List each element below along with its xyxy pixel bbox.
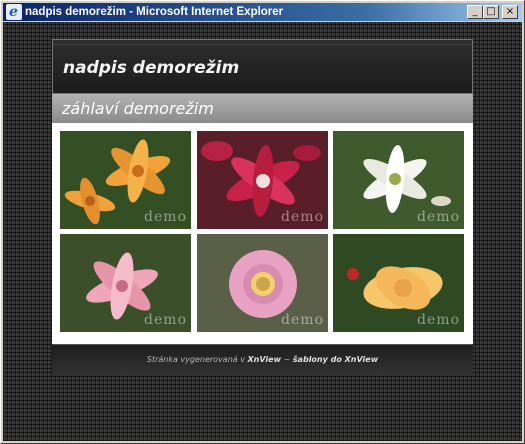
title-bar[interactable]: e nadpis demorežim - Microsoft Internet … xyxy=(3,3,522,21)
footer-prefix: Stránka vygenerovaná v xyxy=(146,355,245,364)
page-subheader: záhlaví demorežim xyxy=(52,94,473,123)
demo-watermark: demo xyxy=(417,312,460,328)
xnview-templates-link[interactable]: šablony do XnView xyxy=(293,355,378,364)
thumbnail-pink-gazania[interactable]: demo xyxy=(197,234,328,332)
browser-window: e nadpis demorežim - Microsoft Internet … xyxy=(0,0,525,444)
window-title: nadpis demorežim - Microsoft Internet Ex… xyxy=(25,6,284,18)
demo-watermark: demo xyxy=(417,209,460,225)
internet-explorer-icon[interactable]: e xyxy=(6,4,22,20)
demo-watermark: demo xyxy=(144,312,187,328)
xnview-link[interactable]: XnView xyxy=(248,355,281,364)
thumbnail-white-lily[interactable]: demo xyxy=(333,131,464,229)
footer-separator: ~ xyxy=(283,355,291,364)
thumbnail-pink-lily[interactable]: demo xyxy=(60,234,191,332)
demo-watermark: demo xyxy=(281,312,324,328)
page-title: nadpis demorežim xyxy=(63,58,240,78)
thumbnail-yellow-gladiolus[interactable]: demo xyxy=(333,234,464,332)
page-container: nadpis demorežim záhlaví demorežim demo … xyxy=(52,39,473,376)
demo-watermark: demo xyxy=(281,209,324,225)
thumbnail-gallery: demo demo demo demo demo demo xyxy=(52,123,473,344)
maximize-button[interactable]: □ xyxy=(483,5,499,19)
footer-text: Stránka vygenerovaná v XnView ~ šablony … xyxy=(52,355,473,364)
demo-watermark: demo xyxy=(144,209,187,225)
minimize-button[interactable]: _ xyxy=(467,5,483,19)
close-button[interactable]: × xyxy=(502,5,518,19)
page-footer: Stránka vygenerovaná v XnView ~ šablony … xyxy=(52,344,473,376)
thumbnail-orange-lily[interactable]: demo xyxy=(60,131,191,229)
thumbnail-red-lily[interactable]: demo xyxy=(197,131,328,229)
subheader-title: záhlaví demorežim xyxy=(62,99,214,118)
page-header: nadpis demorežim xyxy=(52,39,473,94)
page-viewport[interactable]: nadpis demorežim záhlaví demorežim demo … xyxy=(3,22,522,441)
